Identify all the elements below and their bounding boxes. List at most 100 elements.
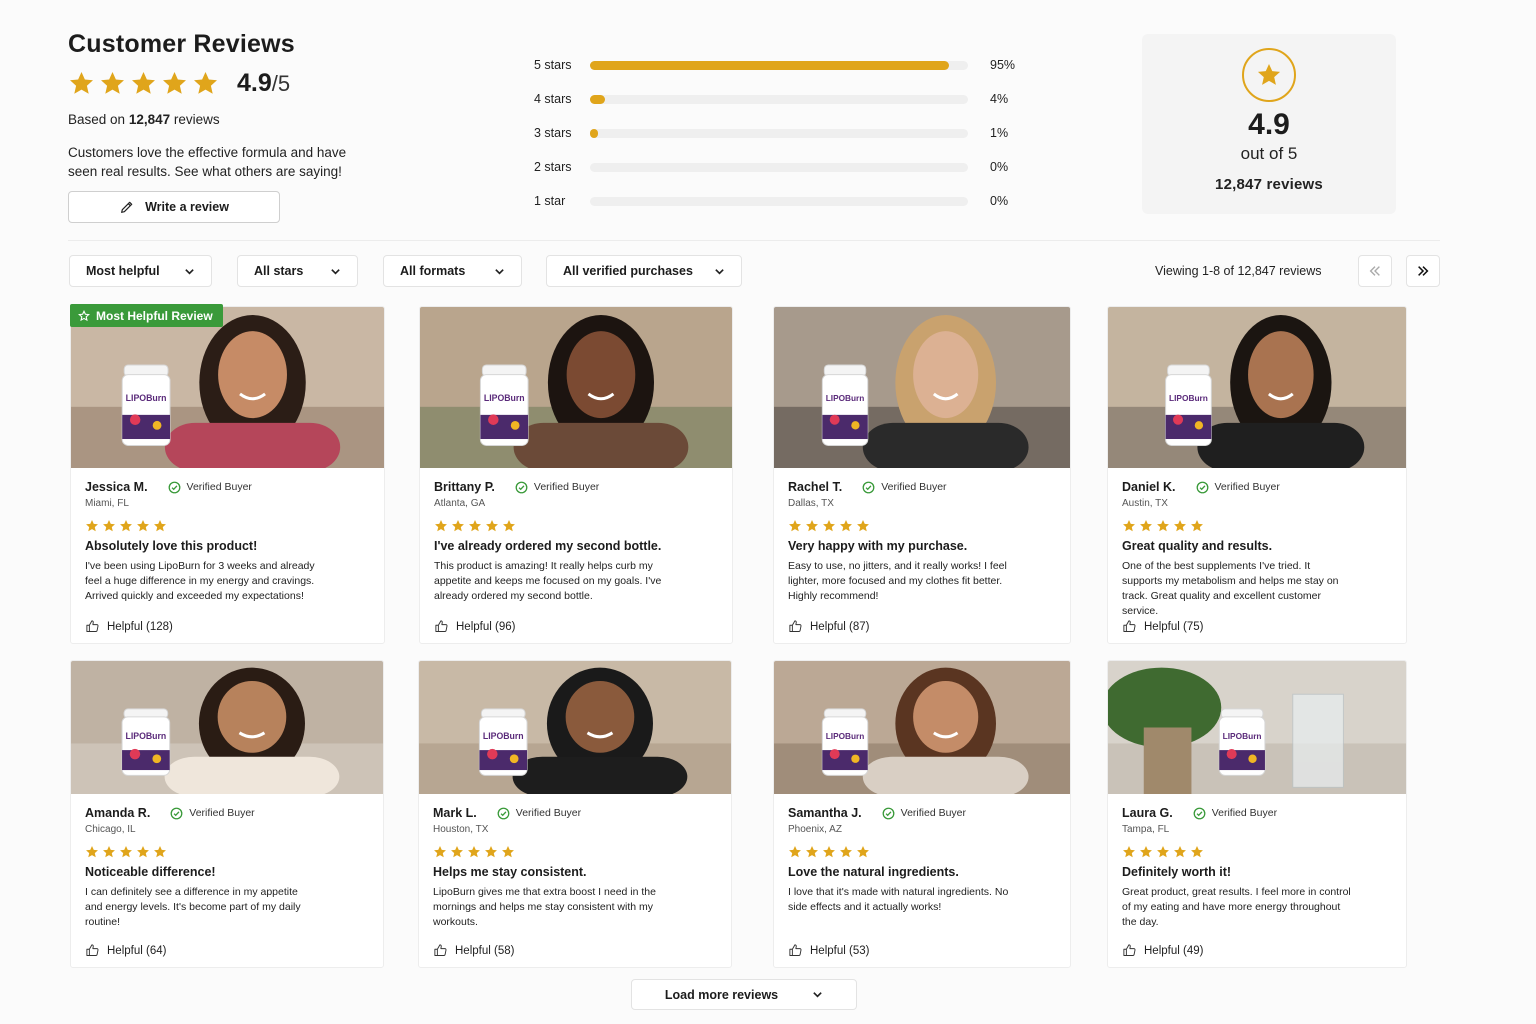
check-circle-icon	[862, 481, 875, 493]
reviewer-photo[interactable]: LIPOBurn	[71, 307, 384, 468]
helpful-count: Helpful (87)	[810, 620, 870, 633]
review-text: Easy to use, no jitters, and it really w…	[788, 560, 1007, 602]
review-text: This product is amazing! It really helps…	[434, 560, 662, 602]
review-card: LIPOBurn Laura G. Verified Buyer Tampa, FL D…	[1107, 660, 1407, 968]
distribution-label: 2 stars	[534, 160, 572, 174]
review-stars	[788, 519, 1056, 533]
reviewer-location: Dallas, TX	[788, 498, 834, 509]
star-icon	[434, 846, 446, 858]
reviewer-name: Rachel T.	[788, 480, 843, 494]
star-icon	[468, 846, 480, 858]
distribution-percent: 4%	[990, 92, 1009, 106]
previous-page-button[interactable]	[1358, 255, 1392, 287]
star-icon	[1157, 520, 1169, 532]
sort-dropdown[interactable]: Most helpful	[69, 255, 212, 287]
helpful-button[interactable]: Helpful (96)	[434, 619, 515, 634]
verified-buyer-badge: Verified Buyer	[170, 807, 255, 820]
helpful-button[interactable]: Helpful (75)	[1122, 619, 1203, 634]
distribution-row[interactable]: 1 star 0%	[534, 184, 1024, 218]
star-icon	[86, 846, 98, 858]
helpful-button[interactable]: Helpful (64)	[85, 943, 166, 958]
verified-buyer-badge: Verified Buyer	[497, 807, 581, 820]
thumbs-up-icon	[789, 620, 802, 632]
purchases-filter-dropdown[interactable]: All verified purchases	[546, 255, 742, 287]
reviewer-photo[interactable]: LIPOBurn	[1108, 661, 1406, 794]
verified-buyer-label: Verified Buyer	[533, 481, 600, 493]
helpful-button[interactable]: Helpful (87)	[788, 619, 869, 634]
star-icon	[789, 846, 801, 858]
review-card: LIPOBurn Jessica M. Verified Buyer Miami, F…	[70, 306, 385, 644]
bottle-label: LIPOBurn	[1223, 731, 1262, 741]
helpful-button[interactable]: Helpful (53)	[788, 943, 869, 958]
star-icon	[137, 520, 149, 532]
based-on-suffix: reviews	[173, 112, 220, 127]
thumbs-up-icon	[1123, 944, 1136, 956]
reviewer-photo[interactable]: LIPOBurn	[774, 307, 1070, 468]
chevron-down-icon	[813, 992, 822, 998]
reviewer-location: Tampa, FL	[1122, 824, 1170, 835]
star-icon	[469, 520, 481, 532]
reviewer-info: Rachel T. Verified Buyer	[788, 480, 1056, 494]
star-icon	[1123, 520, 1135, 532]
formats-filter-dropdown[interactable]: All formats	[383, 255, 522, 287]
helpful-button[interactable]: Helpful (128)	[85, 619, 173, 634]
star-icon	[840, 846, 852, 858]
verified-buyer-badge: Verified Buyer	[862, 481, 947, 494]
review-card: LIPOBurn Samantha J. Verified Buyer Phoenix…	[773, 660, 1071, 968]
star-icon	[86, 520, 98, 532]
helpful-button[interactable]: Helpful (49)	[1122, 943, 1203, 958]
review-title: Very happy with my purchase.	[788, 539, 968, 553]
distribution-row[interactable]: 4 stars 4%	[534, 82, 1024, 116]
review-text: Great product, great results. I feel mor…	[1122, 886, 1351, 928]
reviewer-photo[interactable]: LIPOBurn	[420, 307, 732, 468]
review-text: LipoBurn gives me that extra boost I nee…	[433, 886, 656, 928]
distribution-label: 5 stars	[534, 58, 572, 72]
review-stars	[1122, 519, 1392, 533]
bottle-label: LIPOBurn	[1169, 393, 1208, 403]
reviewer-photo[interactable]: LIPOBurn	[71, 661, 383, 794]
reviewer-location: Phoenix, AZ	[788, 824, 842, 835]
purchases-filter-label: All verified purchases	[563, 264, 693, 278]
reviewer-photo[interactable]: LIPOBurn	[419, 661, 731, 794]
thumbs-up-icon	[86, 944, 99, 956]
thumbs-up-icon	[86, 620, 99, 632]
distribution-row[interactable]: 3 stars 1%	[534, 116, 1024, 150]
distribution-bar-fill	[590, 128, 598, 138]
viewing-range: Viewing 1-8 of 12,847 reviews	[1155, 264, 1322, 278]
review-body: Laura G. Verified Buyer Tampa, FL Definitel…	[1108, 794, 1406, 930]
check-circle-icon	[1196, 481, 1208, 493]
bottle-label: LIPOBurn	[126, 731, 167, 741]
star-icon	[1140, 846, 1152, 858]
write-review-button[interactable]: Write a review	[68, 191, 280, 223]
helpful-count: Helpful (96)	[456, 620, 516, 633]
review-body: Amanda R. Verified Buyer Chicago, IL Notice…	[71, 794, 383, 930]
distribution-row[interactable]: 5 stars 95%	[534, 48, 1024, 82]
based-on-prefix: Based on	[68, 112, 126, 127]
reviewer-name: Laura G.	[1122, 806, 1173, 820]
check-circle-icon	[168, 481, 180, 493]
star-icon	[857, 520, 869, 532]
review-body: Mark L. Verified Buyer Houston, TX Helps me…	[419, 794, 731, 930]
distribution-percent: 1%	[990, 126, 1009, 140]
next-page-button[interactable]	[1406, 255, 1440, 287]
load-more-button[interactable]: Load more reviews	[631, 979, 857, 1010]
chevron-down-icon	[185, 268, 194, 275]
bottle-label: LIPOBurn	[826, 393, 865, 403]
reviewer-location: Miami, FL	[85, 498, 129, 509]
distribution-bar-fill	[590, 94, 606, 104]
stars-filter-dropdown[interactable]: All stars	[237, 255, 358, 287]
reviewer-photo[interactable]: LIPOBurn	[774, 661, 1070, 794]
distribution-row[interactable]: 2 stars 0%	[534, 150, 1024, 184]
star-icon	[1157, 846, 1169, 858]
score-card: 4.9 out of 5 12,847 reviews	[1142, 34, 1396, 214]
bottle-label: LIPOBurn	[483, 731, 524, 741]
reviewer-info: Samantha J. Verified Buyer	[788, 806, 1056, 820]
review-title: Noticeable difference!	[85, 865, 216, 879]
reviewer-location: Atlanta, GA	[434, 498, 486, 509]
verified-buyer-label: Verified Buyer	[900, 807, 967, 819]
reviewer-photo[interactable]: LIPOBurn	[1108, 307, 1406, 468]
helpful-button[interactable]: Helpful (58)	[433, 943, 514, 958]
star-icon	[194, 72, 217, 94]
review-body: Samantha J. Verified Buyer Phoenix, AZ Love…	[774, 794, 1070, 915]
star-icon	[452, 520, 464, 532]
